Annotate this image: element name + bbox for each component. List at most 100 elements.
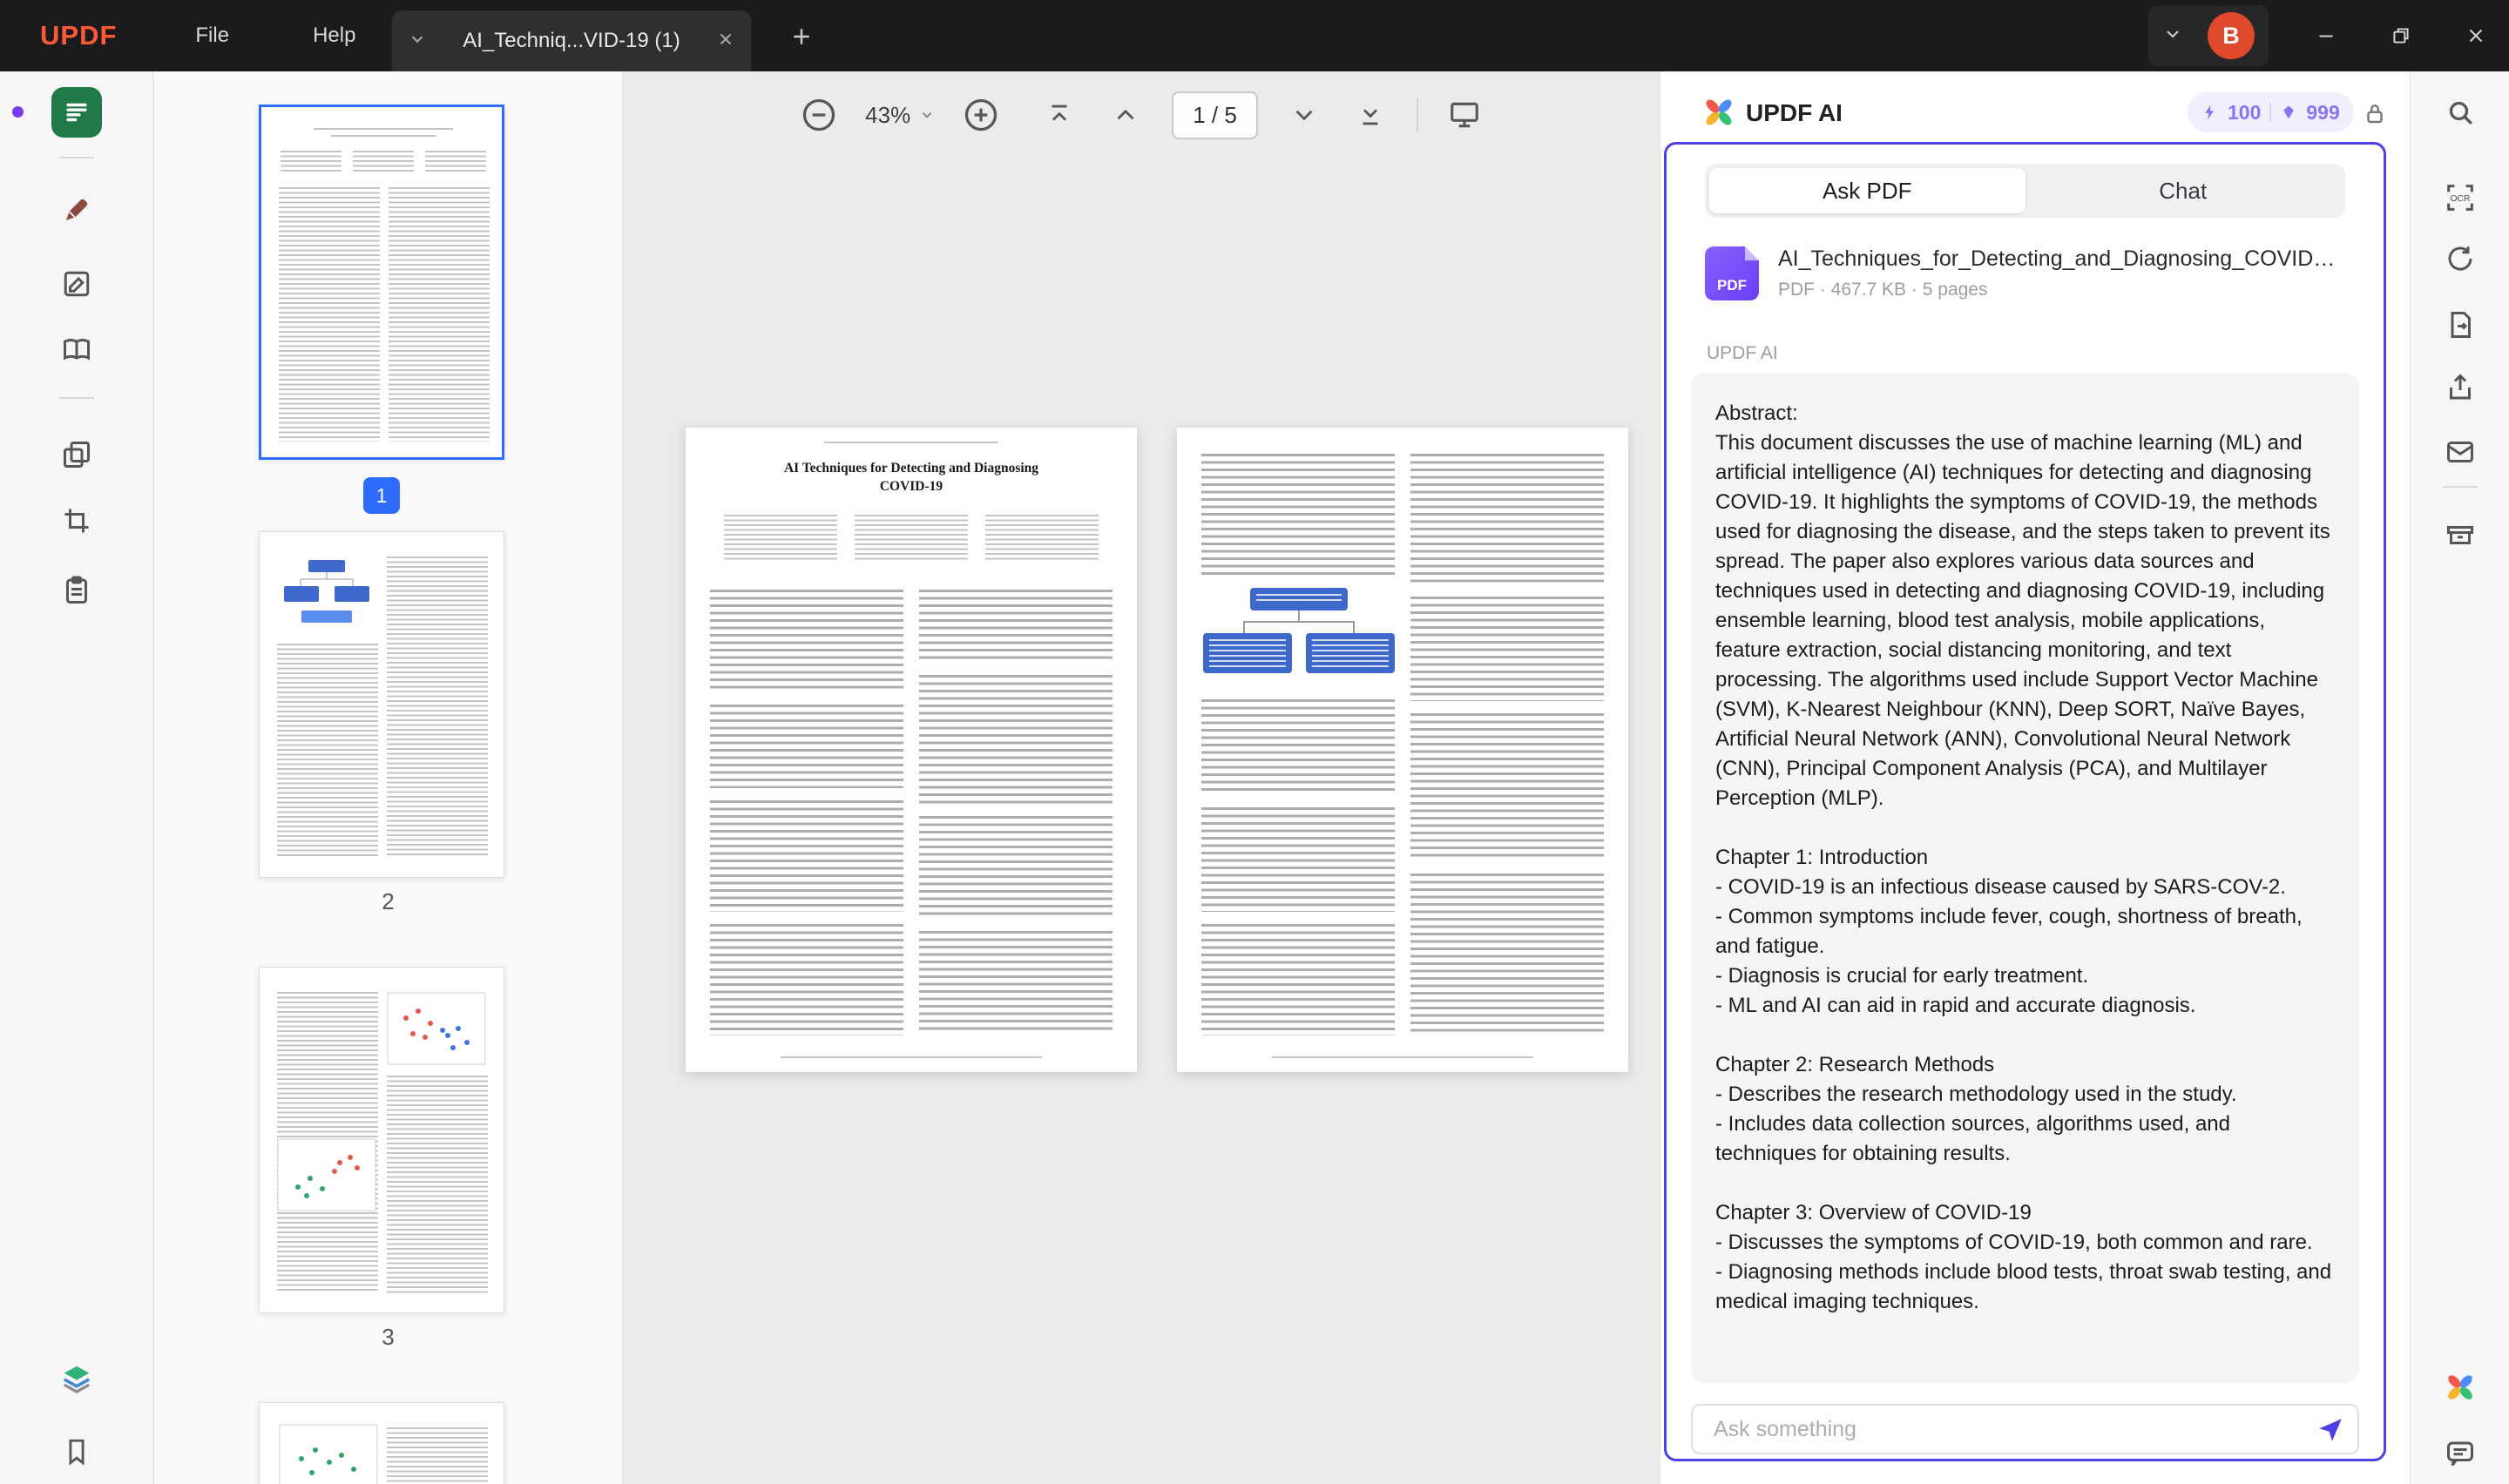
- app-shell: 1 2: [0, 71, 2509, 1484]
- flowchart-mini: [279, 556, 375, 631]
- text-placeholder: [710, 705, 903, 788]
- page-indicator[interactable]: 1 / 5: [1172, 91, 1258, 139]
- page-thumbnail-2[interactable]: [259, 531, 504, 878]
- window-restore-button[interactable]: [2384, 18, 2418, 53]
- tab-chat[interactable]: Chat: [2025, 168, 2342, 213]
- avatar[interactable]: B: [2208, 12, 2255, 59]
- organize-pages-button[interactable]: [51, 431, 102, 482]
- text-placeholder: [919, 931, 1112, 1034]
- clipboard-icon: [61, 575, 92, 610]
- tab-ask-pdf[interactable]: Ask PDF: [1709, 168, 2025, 213]
- page-number-badge: 1: [363, 477, 400, 514]
- text-placeholder: [387, 1076, 488, 1293]
- text-placeholder: [1201, 924, 1395, 1035]
- flowchart-connector: [1243, 621, 1355, 623]
- zoom-level-value: 43%: [865, 102, 910, 129]
- author-block-placeholder: [985, 515, 1099, 560]
- first-page-button[interactable]: [1039, 95, 1079, 135]
- text-placeholder: [710, 590, 903, 692]
- feedback-button[interactable]: [2435, 1430, 2485, 1481]
- zoom-in-button[interactable]: [961, 95, 1001, 135]
- text-placeholder: [824, 442, 998, 445]
- paper-plane-icon: [2316, 1415, 2345, 1445]
- divider: [2443, 486, 2478, 488]
- text-placeholder: [919, 675, 1112, 804]
- window-close-button[interactable]: [2458, 18, 2493, 53]
- last-page-button[interactable]: [1350, 95, 1390, 135]
- convert-button[interactable]: [2435, 235, 2485, 286]
- updf-ai-flower-icon: [2443, 1370, 2478, 1409]
- page-thumbnail-1[interactable]: [259, 105, 504, 460]
- ai-credits-pill[interactable]: 100 999: [2188, 92, 2354, 132]
- previous-page-button[interactable]: [1106, 95, 1146, 135]
- chat-bubble-icon: [2445, 1438, 2476, 1474]
- text-placeholder: [281, 151, 342, 173]
- flowchart-node: [1306, 633, 1395, 673]
- text-placeholder: [425, 151, 486, 173]
- tab-label: AI_Techniq...VID-19 (1): [427, 29, 716, 53]
- updf-ai-panel: UPDF AI 100 999 Ask PDF Chat PDF AI: [1660, 71, 2410, 1484]
- menu-file[interactable]: File: [195, 24, 229, 48]
- edit-pdf-button[interactable]: [51, 260, 102, 311]
- layers-panel-button[interactable]: [51, 1355, 102, 1406]
- paper-title-line2: COVID-19: [686, 477, 1137, 496]
- archive-box-icon: [2445, 518, 2476, 554]
- text-placeholder: [387, 1427, 488, 1484]
- reader-mode-button[interactable]: [51, 87, 102, 138]
- new-tab-button[interactable]: [784, 19, 819, 54]
- document-tab[interactable]: AI_Techniq...VID-19 (1): [392, 10, 751, 71]
- file-name: AI_Techniques_for_Detecting_and_Diagnosi…: [1778, 246, 2336, 272]
- file-card[interactable]: PDF AI_Techniques_for_Detecting_and_Diag…: [1705, 233, 2345, 314]
- titlebar: UPDF File Help AI_Techniq...VID-19 (1) B: [0, 0, 2509, 71]
- share-button[interactable]: [2435, 364, 2485, 415]
- window-minimize-button[interactable]: [2309, 18, 2343, 53]
- ask-input-row: [1691, 1404, 2359, 1454]
- tab-close-icon[interactable]: [716, 30, 735, 53]
- page-thumbnail-4[interactable]: [259, 1402, 504, 1484]
- text-placeholder: [314, 128, 453, 131]
- comment-tool-button[interactable]: [51, 186, 102, 237]
- divider: [59, 157, 94, 159]
- send-button[interactable]: [2312, 1412, 2349, 1448]
- svg-text:OCR: OCR: [2450, 194, 2470, 204]
- pdf-page-2[interactable]: [1177, 428, 1628, 1072]
- bookmark-panel-button[interactable]: [51, 1428, 102, 1479]
- page-thumbnail-3[interactable]: [259, 967, 504, 1313]
- ai-panel-title: UPDF AI: [1746, 99, 1843, 127]
- pen-icon: [61, 194, 92, 230]
- search-button[interactable]: [2435, 89, 2485, 139]
- folded-corner: [1745, 246, 1759, 260]
- next-page-button[interactable]: [1284, 95, 1324, 135]
- text-placeholder: [1410, 454, 1604, 584]
- forms-tool-button[interactable]: [51, 567, 102, 617]
- presentation-mode-button[interactable]: [1444, 95, 1484, 135]
- crop-tool-button[interactable]: [51, 497, 102, 548]
- flowchart-node: [1250, 588, 1348, 610]
- thumbnail-panel: 1 2: [154, 71, 623, 1484]
- menu-help[interactable]: Help: [313, 24, 355, 48]
- page-view-button[interactable]: [51, 327, 102, 377]
- updf-ai-shortcut-button[interactable]: [2435, 1364, 2485, 1414]
- chevron-down-icon: [919, 107, 935, 123]
- ocr-button[interactable]: OCR: [2435, 174, 2485, 225]
- lock-icon[interactable]: [2357, 96, 2392, 131]
- scatter-chart-mini: [387, 992, 486, 1065]
- ai-message-text: Abstract: This document discusses the us…: [1715, 399, 2335, 1317]
- ask-input[interactable]: [1691, 1404, 2359, 1454]
- pdf-page-1[interactable]: AI Techniques for Detecting and Diagnosi…: [686, 428, 1137, 1072]
- text-placeholder: [279, 187, 380, 442]
- export-button[interactable]: [2435, 301, 2485, 352]
- text-placeholder: [389, 187, 490, 442]
- zoom-level-select[interactable]: 43%: [865, 102, 935, 129]
- tab-list-chevron-icon[interactable]: [408, 30, 427, 53]
- divider: [2269, 103, 2271, 122]
- bolt-icon: [2201, 104, 2219, 121]
- archive-button[interactable]: [2435, 510, 2485, 561]
- zoom-out-button[interactable]: [799, 95, 839, 135]
- text-placeholder: [277, 644, 378, 858]
- chevron-down-icon[interactable]: [2162, 24, 2183, 49]
- mail-button[interactable]: [2435, 428, 2485, 479]
- text-placeholder: [1410, 597, 1604, 701]
- search-icon: [2445, 97, 2476, 132]
- author-block-placeholder: [855, 515, 968, 560]
